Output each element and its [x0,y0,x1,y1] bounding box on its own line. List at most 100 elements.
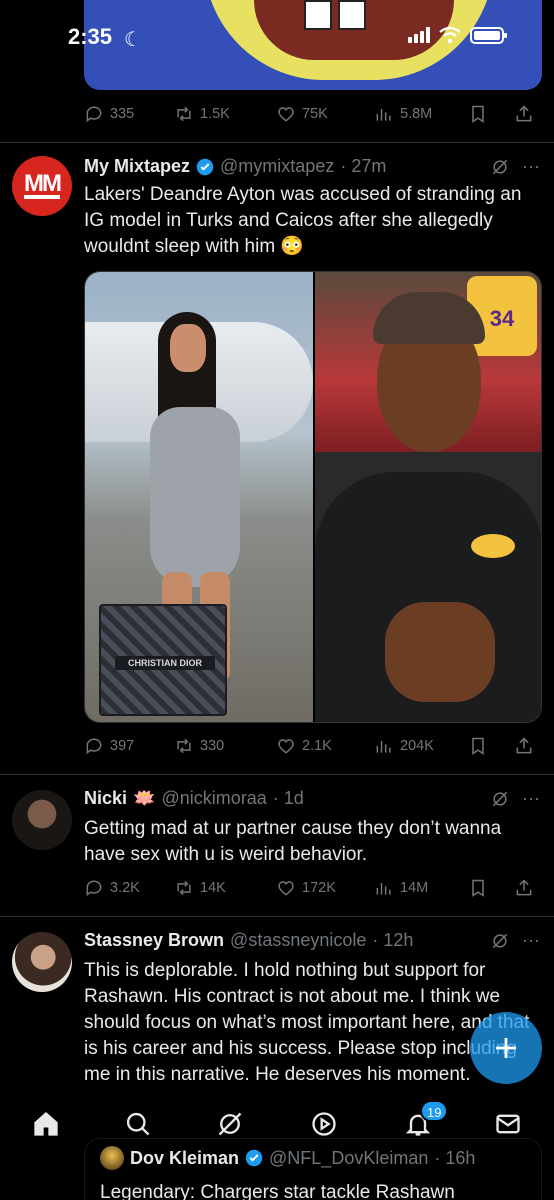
status-bar: 2:35 ☾ [0,0,554,74]
reply-icon [86,880,102,897]
timestamp[interactable]: · 27m [340,156,386,177]
like-button[interactable]: 75K [276,104,328,124]
divider [0,142,554,143]
views-button[interactable]: 14M [374,878,428,898]
timestamp[interactable]: · 12h [372,930,413,951]
avatar-logo-text: MM [24,170,62,199]
tweet-text: Getting mad at ur partner cause they don… [84,818,502,865]
grok-icon[interactable] [490,157,510,177]
share-button[interactable] [514,104,534,124]
reply-button[interactable]: 335 [84,104,134,124]
wifi-icon [439,26,461,44]
signal-icon [408,27,430,43]
media-shape [150,407,240,587]
handle[interactable]: @nickimoraa [161,788,266,809]
views-count: 14M [400,880,429,896]
lakers-logo [471,534,515,558]
views-icon [376,741,391,753]
nav-notifications[interactable]: 19 [398,1100,449,1144]
tweet-text: Lakers' Deandre Ayton was accused of str… [84,184,522,257]
bookmark-icon [472,879,484,897]
reply-icon [86,106,102,123]
more-options-icon[interactable]: ··· [522,156,540,177]
video-icon [312,1112,336,1136]
share-button[interactable] [514,878,534,898]
media-shape [385,602,495,702]
tweet-actions: 397 330 2.1K 204K [84,732,536,760]
tweet-menu: ··· [490,156,540,177]
divider [0,774,554,775]
share-button[interactable] [514,736,534,756]
name-emoji: 🪷 [133,788,156,808]
status-icons [408,26,507,44]
more-options-icon[interactable]: ··· [522,930,540,951]
tweet-menu: ··· [490,788,540,809]
reply-button[interactable]: 397 [84,736,134,756]
handle[interactable]: @mymixtapez [220,156,334,177]
views-icon [376,883,391,895]
display-name[interactable]: Nicki [84,788,127,809]
quote-display-name: Dov Kleiman [130,1147,240,1168]
like-button[interactable]: 2.1K [276,736,332,756]
more-options-icon[interactable]: ··· [522,788,540,809]
status-time: 2:35 [68,24,113,49]
verified-badge-icon [196,158,214,175]
grok-icon[interactable] [490,931,510,951]
repost-button[interactable]: 330 [174,736,224,756]
reply-count: 335 [110,106,135,122]
like-count: 172K [302,880,336,896]
notifications-badge: 19 [420,1100,449,1122]
grok-icon[interactable] [490,789,510,809]
repost-count: 1.5K [200,106,230,122]
mail-icon [496,1114,520,1134]
repost-button[interactable]: 1.5K [174,104,230,124]
avatar[interactable] [12,932,72,992]
timestamp[interactable]: · 1d [273,788,304,809]
display-name[interactable]: My Mixtapez [84,156,190,177]
nav-home[interactable] [26,1104,66,1144]
heart-icon [278,881,294,896]
bag-label: CHRISTIAN DIOR [115,656,215,670]
avatar[interactable]: MM [12,156,72,216]
media-photo-player[interactable]: 34 [315,272,541,722]
quote-header: Dov Kleiman @NFL_DovKleiman · 16h [100,1146,475,1170]
views-count: 204K [400,738,434,754]
quote-text: Legendary: Chargers star tackle Rashawn [100,1182,455,1200]
quote-handle: @NFL_DovKleiman [269,1147,429,1168]
share-icon [516,879,532,896]
avatar [100,1146,124,1170]
nav-search[interactable] [118,1104,158,1144]
tweet-media[interactable]: CHRISTIAN DIOR 34 [84,271,542,723]
reply-button[interactable]: 3.2K [84,878,140,898]
repost-button[interactable]: 14K [174,878,226,898]
heart-icon [278,739,294,754]
media-photo-model[interactable]: CHRISTIAN DIOR [85,272,313,722]
tweet-header: My Mixtapez @mymixtapez · 27m [84,156,386,177]
avatar[interactable] [12,790,72,850]
media-shape [130,312,250,682]
display-name[interactable]: Stassney Brown [84,930,224,951]
repost-icon [177,738,191,754]
views-button[interactable]: 204K [374,736,434,756]
repost-icon [177,880,191,896]
tweet-menu: ··· [490,930,540,951]
handle[interactable]: @stassneynicole [230,930,366,951]
bookmark-button[interactable] [468,736,488,756]
verified-badge-icon [245,1149,263,1167]
nav-grok[interactable] [210,1104,250,1144]
grok-icon [218,1112,242,1136]
tweet-header: Nicki 🪷 @nickimoraa · 1d [84,788,304,809]
reply-icon [86,738,102,755]
repost-count: 14K [200,880,226,896]
bookmark-button[interactable] [468,104,488,124]
views-button[interactable]: 5.8M [374,104,432,124]
share-icon [516,737,532,754]
views-count: 5.8M [400,106,433,122]
like-button[interactable]: 172K [276,878,336,898]
nav-video[interactable] [304,1104,344,1144]
nav-messages[interactable] [488,1104,528,1144]
tweet-header: Stassney Brown @stassneynicole · 12h [84,930,413,951]
compose-button[interactable] [470,1012,542,1084]
bookmark-button[interactable] [468,878,488,898]
repost-icon [177,106,191,122]
